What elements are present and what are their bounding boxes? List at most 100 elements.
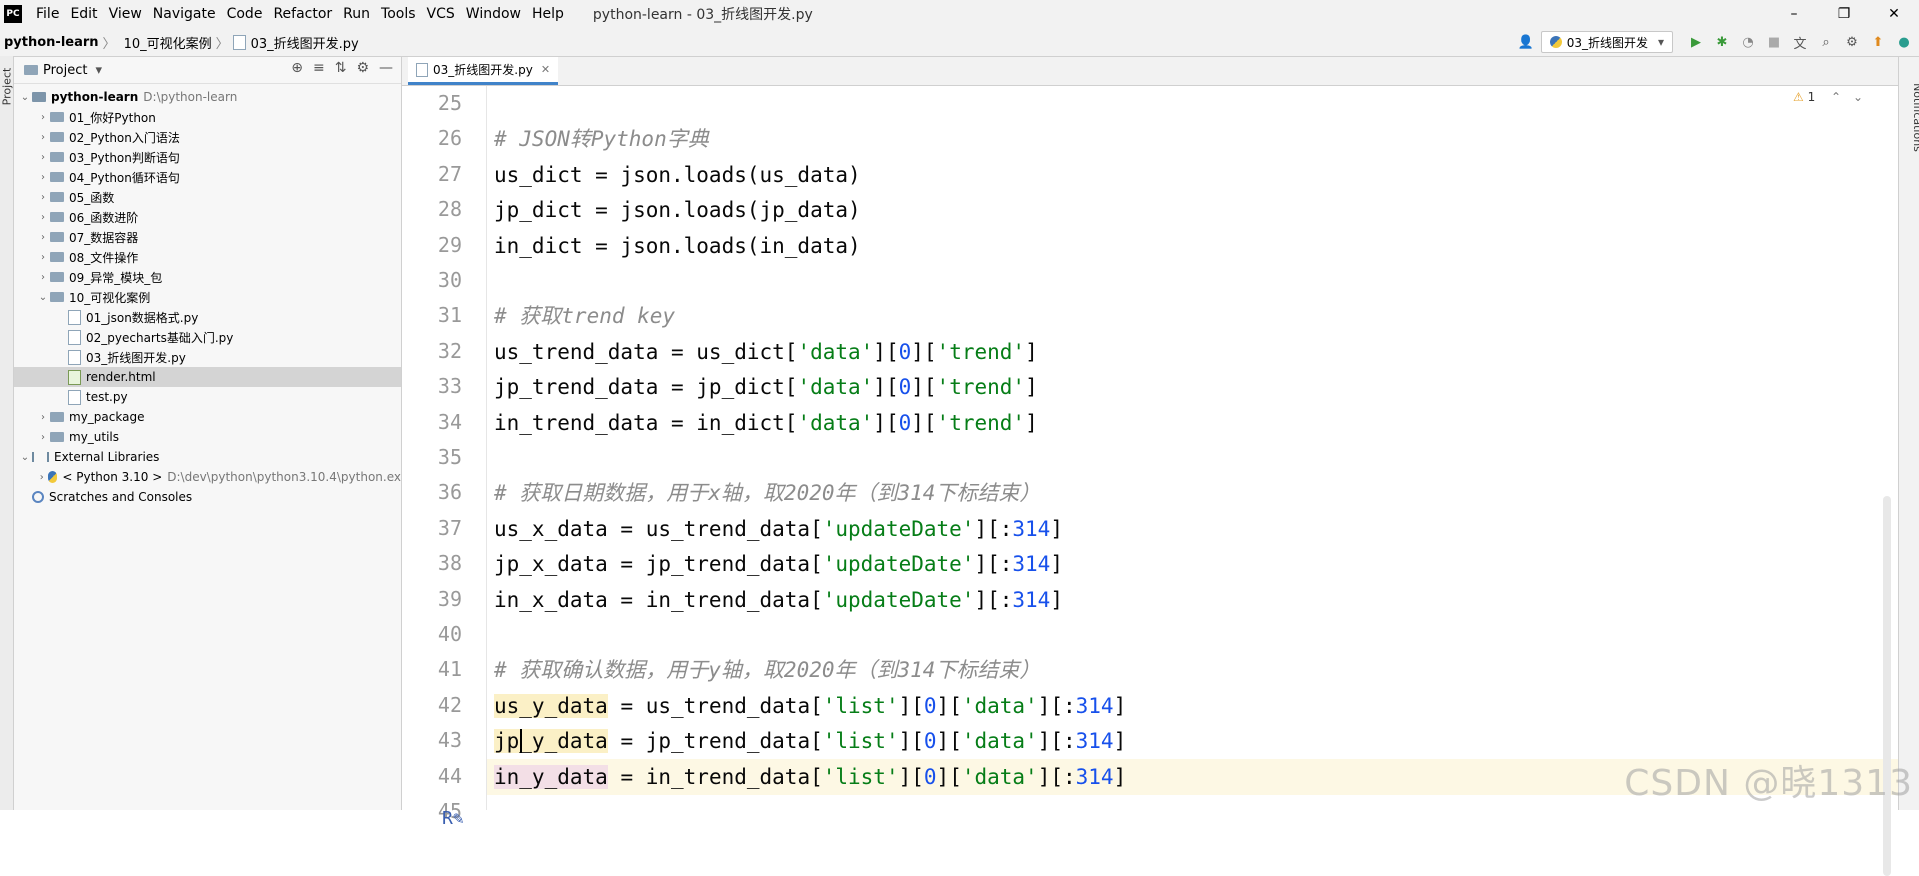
tree-item[interactable]: 03_折线图开发.py: [14, 347, 401, 367]
chevron-right-icon[interactable]: ›: [36, 112, 50, 123]
tree-item[interactable]: › < Python 3.10 > D:\dev\python\python3.10…: [14, 467, 401, 487]
code-line[interactable]: # 获取trend key: [494, 298, 675, 334]
line-number: 26: [437, 126, 462, 151]
chevron-down-icon[interactable]: ▾: [95, 63, 102, 78]
chevron-right-icon[interactable]: ›: [36, 272, 50, 283]
project-panel-title[interactable]: Project: [43, 63, 87, 78]
tree-item[interactable]: › 02_Python入门语法: [14, 127, 401, 147]
close-icon[interactable]: ✕: [541, 63, 550, 76]
code-line[interactable]: # 获取日期数据，用于x轴，取2020年（到314下标结束）: [494, 475, 1040, 511]
tree-item[interactable]: › 03_Python判断语句: [14, 147, 401, 167]
menu-file[interactable]: File: [36, 6, 59, 22]
update-icon[interactable]: ⬆: [1867, 31, 1889, 53]
breadcrumb-file[interactable]: 03_折线图开发.py: [251, 33, 359, 52]
debug-icon[interactable]: ✱: [1711, 31, 1733, 53]
tree-item[interactable]: 02_pyecharts基础入门.py: [14, 327, 401, 347]
code-line[interactable]: us_trend_data = us_dict['data'][0]['tren…: [494, 334, 1038, 370]
editor-tab[interactable]: 03_折线图开发.py ✕: [408, 57, 559, 85]
stop-icon[interactable]: ■: [1763, 31, 1785, 53]
profile-icon[interactable]: ◔: [1737, 31, 1759, 53]
chevron-right-icon[interactable]: ›: [36, 252, 50, 263]
minimize-button[interactable]: –: [1769, 0, 1819, 28]
inspection-warning[interactable]: ⚠ 1 ⌃ ⌄: [1793, 90, 1863, 104]
chevron-right-icon[interactable]: ›: [36, 232, 50, 243]
plugin-icon[interactable]: ●: [1893, 31, 1915, 53]
code-line[interactable]: jp_x_data = jp_trend_data['updateDate'][…: [494, 546, 1063, 582]
code-line[interactable]: in_dict = json.loads(in_data): [494, 228, 861, 264]
menu-run[interactable]: Run: [343, 6, 370, 22]
menu-help[interactable]: Help: [532, 6, 564, 22]
tree-item[interactable]: › 09_异常_模块_包: [14, 267, 401, 287]
tree-item[interactable]: › 07_数据容器: [14, 227, 401, 247]
tree-item[interactable]: › 05_函数: [14, 187, 401, 207]
menu-vcs[interactable]: VCS: [427, 6, 455, 22]
menu-window[interactable]: Window: [466, 6, 521, 22]
code-line[interactable]: in_y_data = in_trend_data['list'][0]['da…: [494, 759, 1126, 795]
code-line[interactable]: us_y_data = us_trend_data['list'][0]['da…: [494, 688, 1126, 724]
breadcrumb-folder[interactable]: 10_可视化案例: [124, 33, 212, 52]
settings-icon[interactable]: ⚙: [1841, 31, 1863, 53]
tree-item[interactable]: 01_json数据格式.py: [14, 307, 401, 327]
user-icon[interactable]: 👤: [1515, 31, 1537, 53]
code-editor[interactable]: ⚠ 1 ⌃ ⌄ # JSON转Python字典 us_dict = json.lo…: [487, 86, 1899, 876]
tree-item[interactable]: › 08_文件操作: [14, 247, 401, 267]
run-config-selector[interactable]: 03_折线图开发 ▾: [1540, 31, 1673, 53]
code-line[interactable]: jp_trend_data = jp_dict['data'][0]['tren…: [494, 369, 1038, 405]
chevron-right-icon[interactable]: ›: [36, 432, 50, 443]
restore-button[interactable]: ❐: [1819, 0, 1869, 28]
expand-all-icon[interactable]: ≡: [313, 60, 325, 76]
code-line[interactable]: in_trend_data = in_dict['data'][0]['tren…: [494, 405, 1038, 441]
tree-item[interactable]: ⌄ External Libraries: [14, 447, 401, 467]
close-button[interactable]: ✕: [1869, 0, 1919, 28]
breadcrumb-project[interactable]: python-learn: [4, 35, 99, 50]
chevron-down-icon[interactable]: ⌄: [18, 92, 32, 103]
code-token: 'updateDate': [822, 516, 975, 541]
search-icon[interactable]: ⌕: [1815, 31, 1837, 53]
tree-item[interactable]: ⌄ python-learn D:\python-learn: [14, 87, 401, 107]
chevron-up-icon[interactable]: ⌃: [1831, 90, 1841, 104]
chevron-right-icon[interactable]: ›: [36, 412, 50, 423]
tree-item[interactable]: › 06_函数进阶: [14, 207, 401, 227]
menu-view[interactable]: View: [109, 6, 142, 22]
tree-item[interactable]: render.html: [14, 367, 401, 387]
code-line[interactable]: jp_y_data = jp_trend_data['list'][0]['da…: [494, 723, 1126, 759]
project-tool-tab[interactable]: Project: [0, 68, 13, 106]
menu-refactor[interactable]: Refactor: [273, 6, 332, 22]
chevron-down-icon[interactable]: ⌄: [1853, 90, 1863, 104]
vertical-scrollbar[interactable]: [1883, 496, 1891, 876]
tree-item[interactable]: Scratches and Consoles: [14, 487, 401, 507]
translate-icon[interactable]: 文: [1789, 31, 1811, 53]
chevron-right-icon[interactable]: ›: [36, 212, 50, 223]
tree-item[interactable]: › 01_你好Python: [14, 107, 401, 127]
tree-item[interactable]: › my_package: [14, 407, 401, 427]
chevron-right-icon[interactable]: ›: [36, 152, 50, 163]
chevron-down-icon[interactable]: ⌄: [18, 452, 32, 463]
chevron-right-icon[interactable]: ›: [36, 472, 48, 483]
code-line[interactable]: # 获取确认数据，用于y轴，取2020年（到314下标结束）: [494, 652, 1040, 688]
tree-item[interactable]: › 04_Python循环语句: [14, 167, 401, 187]
chevron-right-icon[interactable]: ›: [36, 172, 50, 183]
code-line[interactable]: in_x_data = in_trend_data['updateDate'][…: [494, 582, 1063, 618]
locate-icon[interactable]: ⊕: [291, 60, 303, 76]
hide-icon[interactable]: —: [379, 60, 393, 76]
line-number: 32: [437, 338, 462, 363]
run-icon[interactable]: ▶: [1685, 31, 1707, 53]
menu-navigate[interactable]: Navigate: [153, 6, 216, 22]
chevron-down-icon[interactable]: ⌄: [36, 292, 50, 303]
code-line[interactable]: jp_dict = json.loads(jp_data): [494, 192, 861, 228]
menu-edit[interactable]: Edit: [70, 6, 97, 22]
reformat-icon[interactable]: R✎: [442, 808, 464, 829]
menu-tools[interactable]: Tools: [381, 6, 416, 22]
code-line[interactable]: us_x_data = us_trend_data['updateDate'][…: [494, 511, 1063, 547]
chevron-right-icon[interactable]: ›: [36, 192, 50, 203]
code-line[interactable]: # JSON转Python字典: [494, 121, 709, 157]
chevron-right-icon[interactable]: ›: [36, 132, 50, 143]
tree-item[interactable]: ⌄ 10_可视化案例: [14, 287, 401, 307]
notifications-tool-tab[interactable]: Notifications: [1911, 83, 1919, 152]
gear-icon[interactable]: ⚙: [356, 60, 369, 76]
code-line[interactable]: us_dict = json.loads(us_data): [494, 157, 861, 193]
collapse-all-icon[interactable]: ⇅: [335, 60, 347, 76]
menu-code[interactable]: Code: [227, 6, 263, 22]
tree-item[interactable]: › my_utils: [14, 427, 401, 447]
tree-item[interactable]: test.py: [14, 387, 401, 407]
